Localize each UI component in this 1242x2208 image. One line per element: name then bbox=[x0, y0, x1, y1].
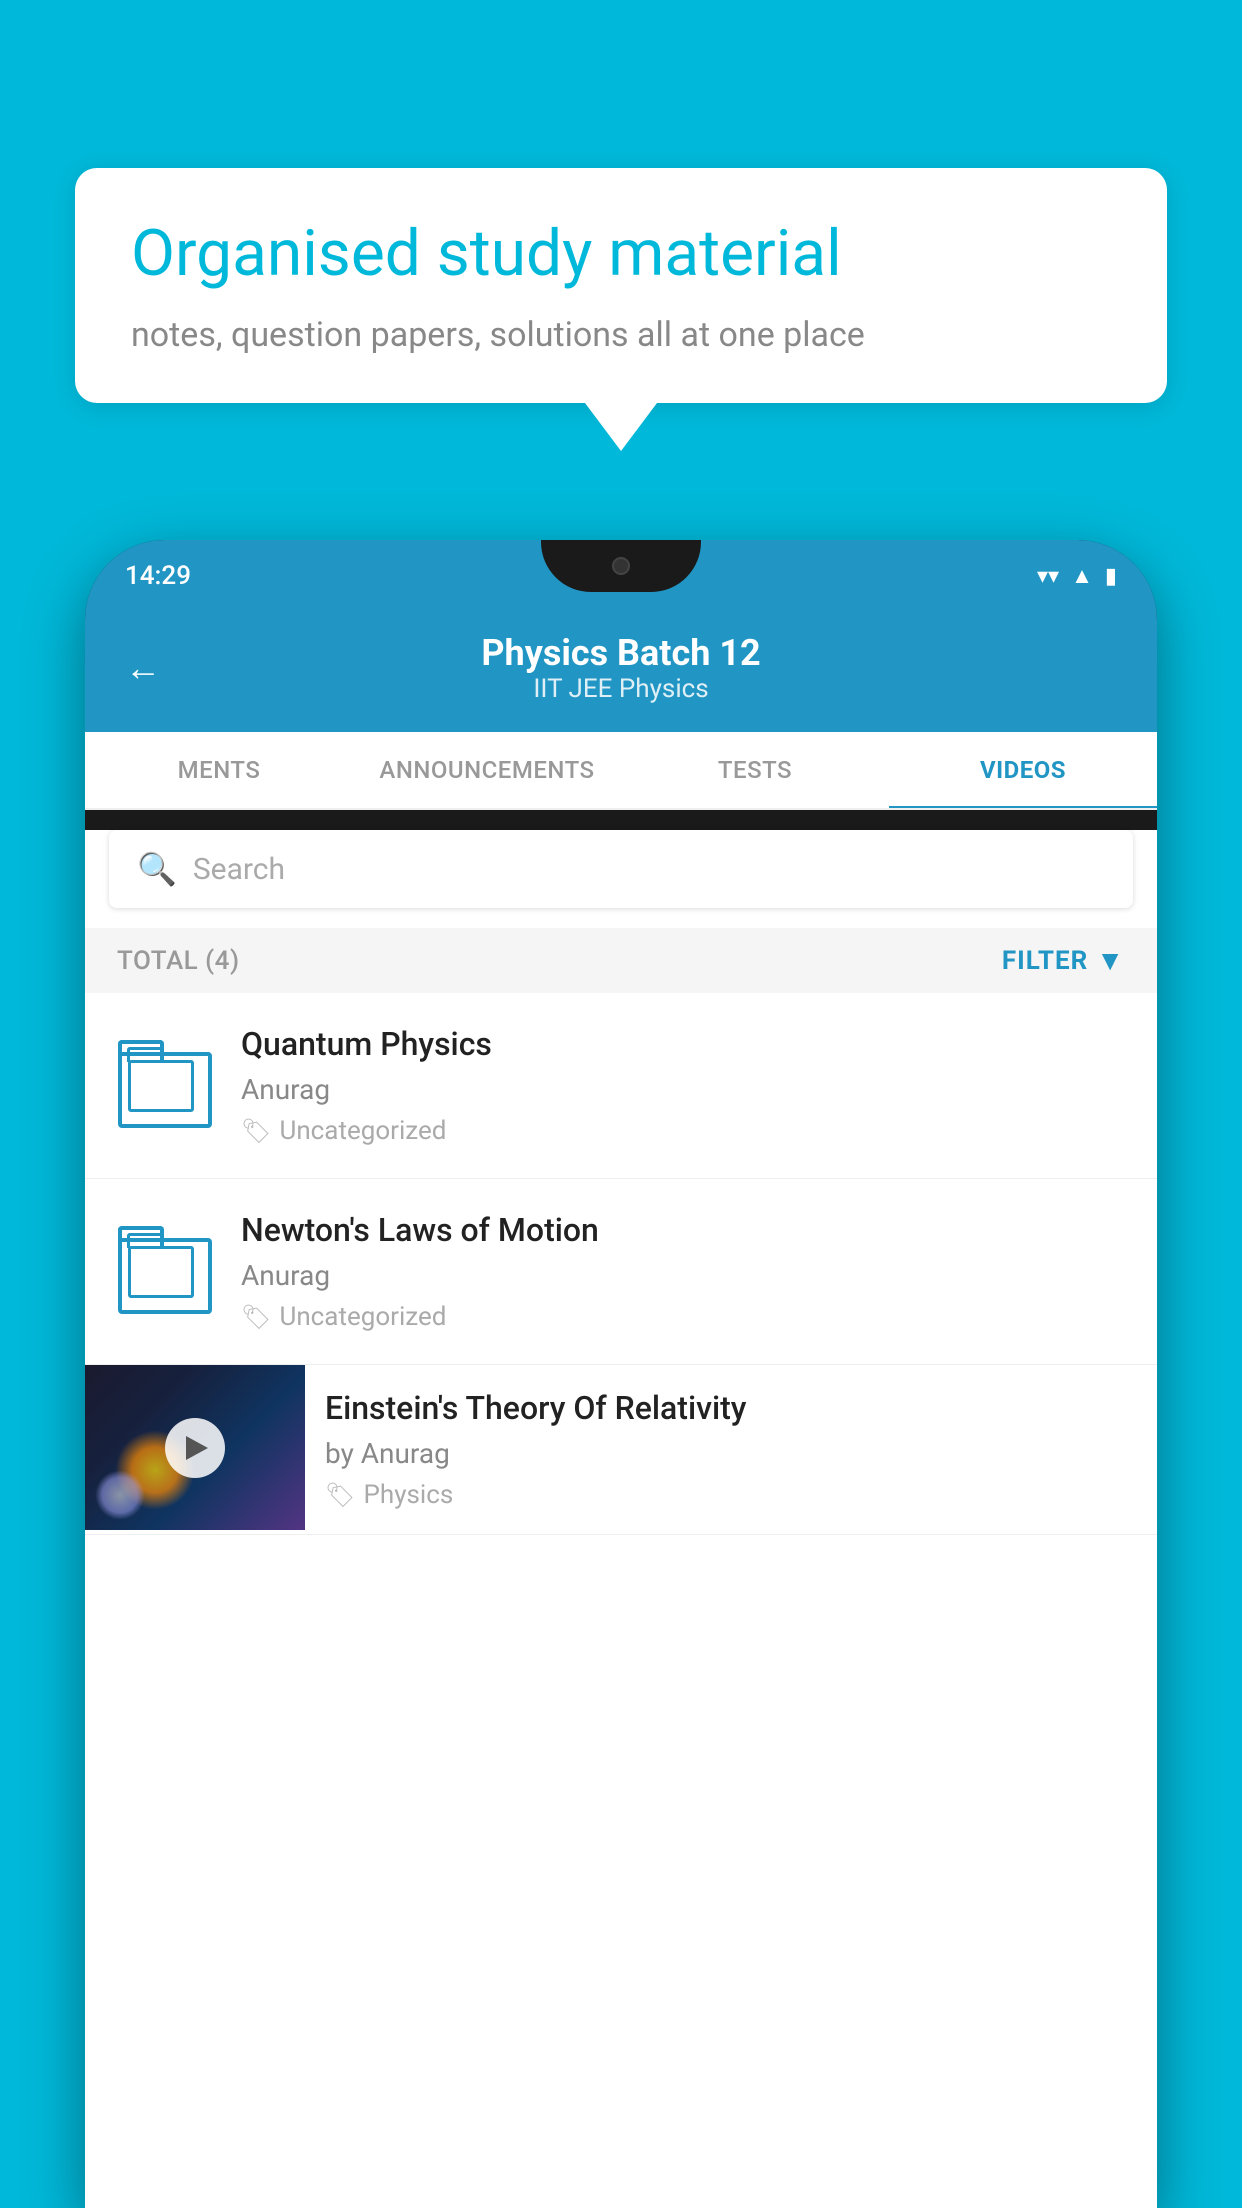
folder-icon-inner bbox=[128, 1060, 194, 1112]
folder-icon bbox=[118, 1040, 208, 1120]
item-tag: 🏷 Uncategorized bbox=[241, 1302, 1129, 1332]
status-icons: ▾▾ ▲ ▮ bbox=[1037, 563, 1117, 589]
play-icon bbox=[186, 1436, 208, 1460]
search-bar[interactable]: 🔍 Search bbox=[109, 830, 1133, 908]
search-input[interactable]: Search bbox=[193, 852, 285, 887]
bubble-subtitle: notes, question papers, solutions all at… bbox=[131, 315, 1111, 355]
item-title: Quantum Physics bbox=[241, 1025, 1129, 1063]
notch bbox=[541, 540, 701, 592]
filter-icon: ▼ bbox=[1096, 944, 1125, 977]
status-bar: 14:29 ▾▾ ▲ ▮ bbox=[85, 540, 1157, 612]
folder-icon bbox=[118, 1226, 208, 1306]
play-button[interactable] bbox=[165, 1418, 225, 1478]
list-item[interactable]: Quantum Physics Anurag 🏷 Uncategorized bbox=[85, 993, 1157, 1179]
video-thumbnail bbox=[85, 1365, 305, 1530]
item-title: Newton's Laws of Motion bbox=[241, 1211, 1129, 1249]
speech-bubble: Organised study material notes, question… bbox=[75, 168, 1167, 403]
tab-videos[interactable]: VIDEOS bbox=[889, 732, 1157, 808]
tabs-bar: MENTS ANNOUNCEMENTS TESTS VIDEOS bbox=[85, 732, 1157, 810]
tab-announcements[interactable]: ANNOUNCEMENTS bbox=[353, 732, 621, 808]
thumbnail-glow2 bbox=[95, 1470, 145, 1520]
tab-ments[interactable]: MENTS bbox=[85, 732, 353, 808]
total-count: TOTAL (4) bbox=[117, 946, 240, 976]
list-header: TOTAL (4) FILTER ▼ bbox=[85, 928, 1157, 993]
filter-button[interactable]: FILTER ▼ bbox=[1002, 944, 1125, 977]
battery-icon: ▮ bbox=[1105, 564, 1117, 589]
item-icon bbox=[113, 1025, 213, 1135]
item-info: Quantum Physics Anurag 🏷 Uncategorized bbox=[241, 1025, 1129, 1146]
header-title: Physics Batch 12 bbox=[185, 632, 1057, 674]
item-tag: 🏷 Uncategorized bbox=[241, 1116, 1129, 1146]
video-list: Quantum Physics Anurag 🏷 Uncategorized N bbox=[85, 993, 1157, 1535]
search-icon: 🔍 bbox=[137, 850, 177, 888]
item-title: Einstein's Theory Of Relativity bbox=[325, 1389, 1137, 1427]
item-info: Einstein's Theory Of Relativity by Anura… bbox=[305, 1365, 1157, 1534]
phone-content: 🔍 Search TOTAL (4) FILTER ▼ Quantum Ph bbox=[85, 830, 1157, 2208]
list-item[interactable]: Einstein's Theory Of Relativity by Anura… bbox=[85, 1365, 1157, 1535]
item-info: Newton's Laws of Motion Anurag 🏷 Uncateg… bbox=[241, 1211, 1129, 1332]
status-time: 14:29 bbox=[125, 561, 191, 591]
back-button[interactable]: ← bbox=[125, 647, 161, 689]
app-header: ← Physics Batch 12 IIT JEE Physics bbox=[85, 612, 1157, 732]
item-icon bbox=[113, 1211, 213, 1321]
header-subtitle: IIT JEE Physics bbox=[185, 674, 1057, 704]
folder-icon-inner bbox=[128, 1246, 194, 1298]
tag-icon: 🏷 bbox=[241, 1117, 271, 1145]
camera-dot bbox=[612, 557, 630, 575]
signal-icon: ▲ bbox=[1071, 563, 1093, 589]
phone-frame: 14:29 ▾▾ ▲ ▮ ← Physics Batch 12 IIT JEE … bbox=[85, 540, 1157, 2208]
bubble-title: Organised study material bbox=[131, 216, 1111, 293]
tag-icon: 🏷 bbox=[325, 1481, 355, 1509]
item-author: by Anurag bbox=[325, 1437, 1137, 1470]
wifi-icon: ▾▾ bbox=[1037, 564, 1059, 589]
tab-tests[interactable]: TESTS bbox=[621, 732, 889, 808]
header-info: Physics Batch 12 IIT JEE Physics bbox=[185, 632, 1057, 704]
item-author: Anurag bbox=[241, 1259, 1129, 1292]
item-tag: 🏷 Physics bbox=[325, 1480, 1137, 1510]
item-author: Anurag bbox=[241, 1073, 1129, 1106]
list-item[interactable]: Newton's Laws of Motion Anurag 🏷 Uncateg… bbox=[85, 1179, 1157, 1365]
tag-icon: 🏷 bbox=[241, 1303, 271, 1331]
